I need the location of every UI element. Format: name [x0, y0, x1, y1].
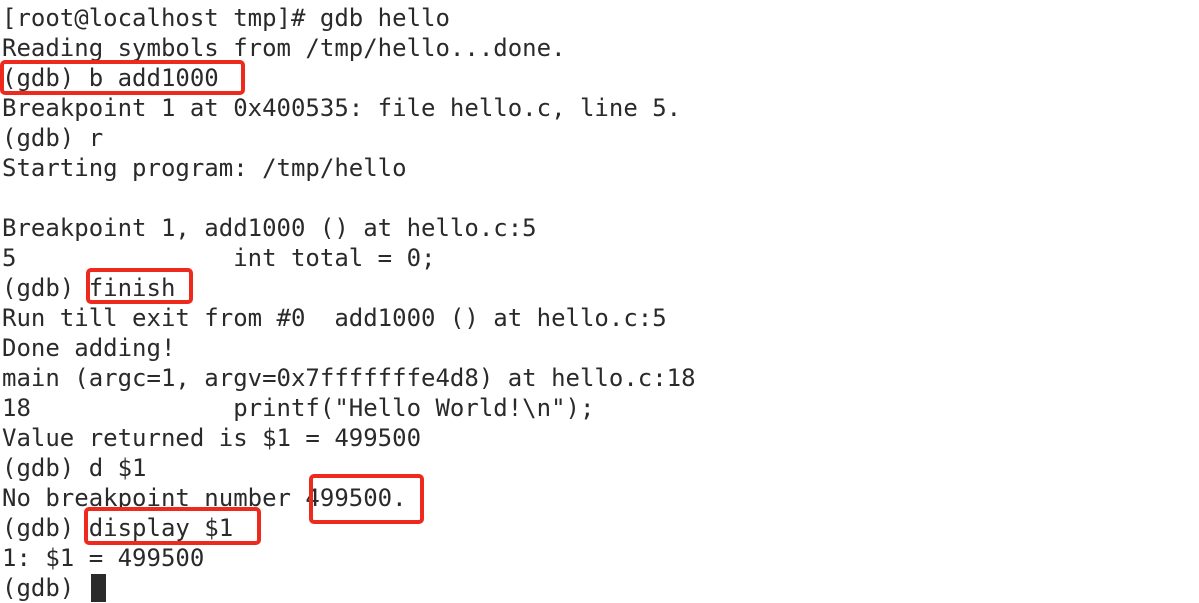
terminal-window[interactable]: [root@localhost tmp]# gdb hello Reading … [0, 0, 1199, 603]
terminal-line: Value returned is $1 = 499500 [2, 424, 422, 452]
terminal-line: 5 int total = 0; [2, 244, 436, 272]
highlight-box-return-value [309, 474, 424, 524]
terminal-line: 1: $1 = 499500 [2, 544, 205, 572]
highlight-box-break-command [0, 60, 245, 95]
terminal-line: [root@localhost tmp]# gdb hello [2, 4, 450, 32]
highlight-box-display-command [84, 507, 261, 545]
terminal-line: 18 printf("Hello World!\n"); [2, 394, 595, 422]
terminal-line: Run till exit from #0 add1000 () at hell… [2, 304, 667, 332]
terminal-line: main (argc=1, argv=0x7fffffffe4d8) at he… [2, 364, 696, 392]
terminal-prompt-line: (gdb) [2, 574, 89, 602]
terminal-line: Reading symbols from /tmp/hello...done. [2, 34, 566, 62]
terminal-cursor[interactable] [91, 574, 106, 602]
terminal-line: Breakpoint 1, add1000 () at hello.c:5 [2, 214, 537, 242]
terminal-line: (gdb) r [2, 124, 104, 152]
terminal-line: Done adding! [2, 334, 176, 362]
terminal-line: (gdb) d $1 [2, 454, 147, 482]
highlight-box-finish-command [86, 268, 193, 304]
terminal-line: Starting program: /tmp/hello [2, 154, 407, 182]
terminal-line: Breakpoint 1 at 0x400535: file hello.c, … [2, 94, 682, 122]
